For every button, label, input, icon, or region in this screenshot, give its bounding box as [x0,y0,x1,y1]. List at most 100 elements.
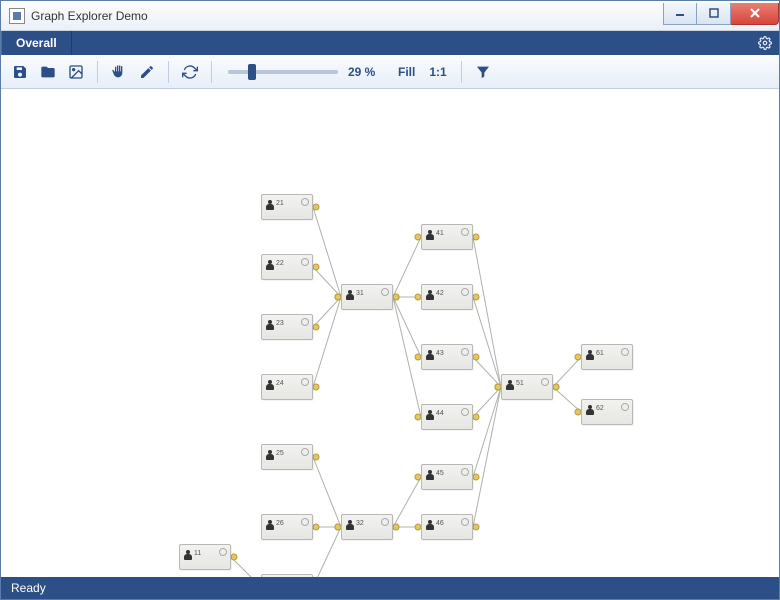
expand-icon[interactable] [461,518,469,526]
close-button[interactable] [731,3,779,25]
expand-icon[interactable] [301,378,309,386]
graph-node[interactable]: 32 [341,514,393,540]
expand-icon[interactable] [461,288,469,296]
status-text: Ready [11,581,46,595]
zoom-fill-button[interactable]: Fill [392,59,421,85]
graph-node[interactable]: 23 [261,314,313,340]
graph-edge [473,387,501,527]
graph-node[interactable]: 61 [581,344,633,370]
person-icon [266,520,274,530]
edge-port-icon [473,294,479,300]
app-icon [9,8,25,24]
edge-port-icon [393,294,399,300]
node-label: 23 [276,320,284,327]
expand-icon[interactable] [381,518,389,526]
graph-node[interactable]: 45 [421,464,473,490]
node-label: 31 [356,290,364,297]
node-label: 44 [436,410,444,417]
graph-node[interactable]: 41 [421,224,473,250]
graph-edge [313,457,341,527]
minimize-button[interactable] [663,3,697,25]
folder-open-icon [40,64,56,80]
expand-icon[interactable] [381,288,389,296]
person-icon [426,350,434,360]
person-icon [426,290,434,300]
graph-node[interactable]: 46 [421,514,473,540]
node-label: 22 [276,260,284,267]
person-icon [184,550,192,560]
expand-icon[interactable] [301,318,309,326]
node-label: 11 [194,550,201,557]
graph-node[interactable]: 51 [501,374,553,400]
graph-edges-layer [1,89,779,577]
graph-node[interactable]: 11 [179,544,231,570]
graph-node[interactable]: 21 [261,194,313,220]
expand-icon[interactable] [621,348,629,356]
zoom-1to1-button[interactable]: 1:1 [423,59,452,85]
person-icon [346,520,354,530]
graph-node[interactable]: 42 [421,284,473,310]
expand-icon[interactable] [461,228,469,236]
expand-icon[interactable] [219,548,227,556]
person-icon [266,260,274,270]
edge-port-icon [313,454,319,460]
open-button[interactable] [35,59,61,85]
graph-node[interactable]: 22 [261,254,313,280]
graph-edge [393,237,421,297]
edge-port-icon [473,524,479,530]
expand-icon[interactable] [301,448,309,456]
toolbar-separator [97,61,98,83]
pan-tool-button[interactable] [106,59,132,85]
gear-icon [758,36,772,50]
tab-overall[interactable]: Overall [1,31,72,55]
zoom-slider-thumb[interactable] [248,64,256,80]
node-label: 32 [356,520,364,527]
node-label: 25 [276,450,284,457]
filter-button[interactable] [470,59,496,85]
expand-icon[interactable] [461,468,469,476]
pencil-icon [139,64,155,80]
save-button[interactable] [7,59,33,85]
graph-node[interactable]: 31 [341,284,393,310]
edit-tool-button[interactable] [134,59,160,85]
person-icon [266,200,274,210]
graph-canvas[interactable]: 1112212223242526273132414243444546516162 [1,89,779,577]
edge-port-icon [313,384,319,390]
graph-node[interactable]: 62 [581,399,633,425]
edge-port-icon [473,234,479,240]
graph-node[interactable]: 43 [421,344,473,370]
graph-node[interactable]: 24 [261,374,313,400]
window-buttons [663,3,779,25]
refresh-icon [182,64,198,80]
expand-icon[interactable] [461,348,469,356]
expand-icon[interactable] [301,198,309,206]
settings-button[interactable] [751,31,779,55]
expand-icon[interactable] [301,258,309,266]
titlebar[interactable]: Graph Explorer Demo [1,1,779,31]
node-label: 43 [436,350,444,357]
export-image-button[interactable] [63,59,89,85]
toolbar: 29 % Fill 1:1 [1,55,779,89]
graph-node[interactable]: 44 [421,404,473,430]
node-label: 26 [276,520,284,527]
expand-icon[interactable] [621,403,629,411]
refresh-button[interactable] [177,59,203,85]
expand-icon[interactable] [301,518,309,526]
zoom-slider[interactable] [228,70,338,74]
graph-node[interactable]: 26 [261,514,313,540]
person-icon [506,380,514,390]
graph-edge [313,297,341,387]
expand-icon[interactable] [461,408,469,416]
person-icon [426,520,434,530]
graph-node[interactable]: 27 [261,574,313,577]
statusbar: Ready [1,577,779,599]
person-icon [266,320,274,330]
node-label: 46 [436,520,444,527]
person-icon [346,290,354,300]
edge-port-icon [393,524,399,530]
maximize-button[interactable] [697,3,731,25]
edge-port-icon [313,264,319,270]
graph-node[interactable]: 25 [261,444,313,470]
window-title: Graph Explorer Demo [31,9,663,23]
expand-icon[interactable] [541,378,549,386]
